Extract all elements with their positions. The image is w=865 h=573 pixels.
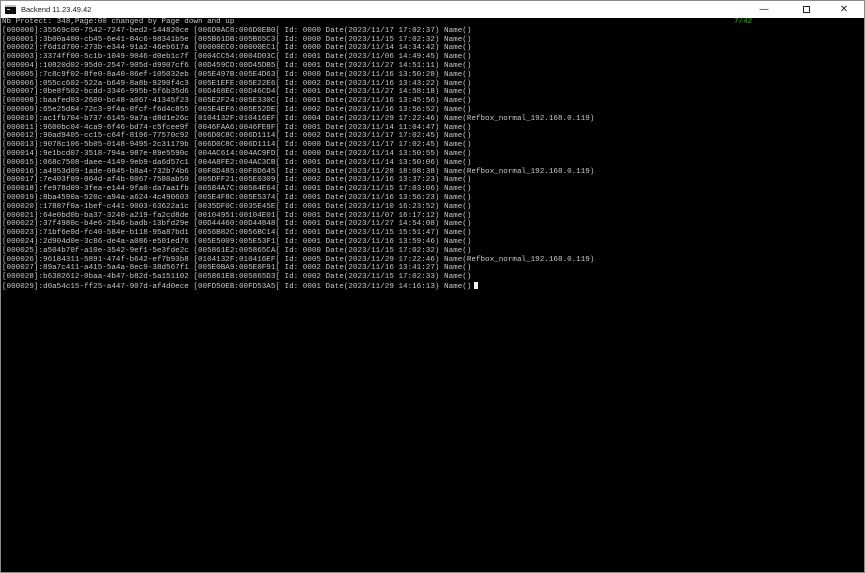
record-row: [000002]:f6d1d700-273b-e344-91a2-46eb617…	[2, 44, 472, 53]
record-row: [000026]:96184311-5891-474f-b642-ef7b93b…	[2, 255, 595, 264]
record-row: [000012]:90ad9405-cc15-c64f-8196-77570c9…	[2, 132, 472, 141]
console-app-icon	[5, 5, 16, 14]
close-button[interactable]: ✕	[824, 1, 864, 18]
record-row: [000013]:9078c106-5b05-0148-9495-2c31179…	[2, 141, 472, 150]
record-row: [000022]:37f4980c-b4e6-2846-badb-13bfd29…	[2, 220, 472, 229]
record-row: [000015]:068c7508-daee-4149-9eb9-da6d57c…	[2, 158, 472, 167]
record-row: [000007]:0be8f502-bcdd-3346-995b-5f6b35d…	[2, 88, 472, 97]
page-indicator: 7/42	[734, 18, 753, 26]
record-row: [000008]:baafed03-2600-bc48-a067-41345f2…	[2, 97, 472, 106]
record-text: [000029]:d0a54c15-ff25-a447-907d-af4d0ec…	[2, 282, 472, 291]
minimize-button[interactable]: —	[748, 1, 780, 18]
record-row: [000016]:a4953d09-1ade-0845-b8a4-732b74b…	[2, 167, 595, 176]
record-row: [000010]:ac1fb704-b737-6145-9a7a-d8d1e26…	[2, 114, 595, 123]
record-row: [000021]:64e0bd0b-ba37-3240-a219-fa2cd8d…	[2, 211, 472, 220]
title-bar[interactable]: Backend 11.23.49.42 — ✕	[1, 1, 864, 18]
record-list: [000000]:35569c00-7542-7247-bed2-144820c…	[2, 27, 594, 291]
window-title: Backend 11.23.49.42	[21, 5, 92, 14]
record-row: [000029]:d0a54c15-ff25-a447-907d-af4d0ec…	[2, 281, 594, 291]
record-row: [000004]:10820d02-95d0-2547-905d-d9907cf…	[2, 61, 472, 70]
record-row: [000020]:17887f0a-1bef-c441-9003-63622a1…	[2, 202, 472, 211]
text-cursor	[474, 281, 479, 289]
record-row: [000023]:71bf6e0d-fc40-584e-b118-95a87bd…	[2, 229, 472, 238]
record-row: [000005]:7c8c9f02-8fe0-8a40-86ef-105032e…	[2, 70, 472, 79]
console-window: Backend 11.23.49.42 — ✕ Nb Protect: 348,…	[0, 0, 865, 573]
record-row: [000011]:9600bc04-4ca9-6f46-bd74-c5fcee9…	[2, 123, 472, 132]
record-row: [000000]:35569c00-7542-7247-bed2-144820c…	[2, 26, 472, 35]
record-row: [000025]:a504b70f-a10e-3542-9ef1-5e3fde2…	[2, 246, 472, 255]
record-row: [000003]:3374ff00-5c1b-1049-9046-d0eb1c7…	[2, 53, 472, 62]
record-row: [000017]:7e403f09-004d-af4b-8067-7580ab5…	[2, 176, 472, 185]
record-row: [000028]:b6382612-0baa-4b47-b82d-5a15110…	[2, 273, 472, 282]
record-row: [000024]:2d904d0e-3c86-de4a-a086-e501ed7…	[2, 237, 472, 246]
record-row: [000001]:3b00a400-cb45-6e41-84c6-98341b5…	[2, 35, 472, 44]
console-output[interactable]: Nb Protect: 348,Page:00 changed by Page …	[1, 18, 864, 572]
record-row: [000018]:fe978d09-3fea-e144-9fa0-da7aa1f…	[2, 185, 472, 194]
record-row: [000009]:65e25d04-72c3-9f4a-8fcf-f6d4c85…	[2, 105, 472, 114]
status-line: Nb Protect: 348,Page:00 changed by Page …	[2, 18, 235, 26]
maximize-icon	[802, 6, 810, 13]
record-row: [000014]:9e1bcd07-3518-794a-987e-89e5590…	[2, 149, 472, 158]
record-row: [000027]:89a7c411-a415-5a4a-8ec9-38d567f…	[2, 264, 472, 273]
record-row: [000019]:8ba4590a-520c-a94a-a624-4c49060…	[2, 193, 472, 202]
record-row: [000006]:055cc602-522a-b649-8a8b-9290f4c…	[2, 79, 472, 88]
maximize-button[interactable]	[790, 1, 822, 18]
